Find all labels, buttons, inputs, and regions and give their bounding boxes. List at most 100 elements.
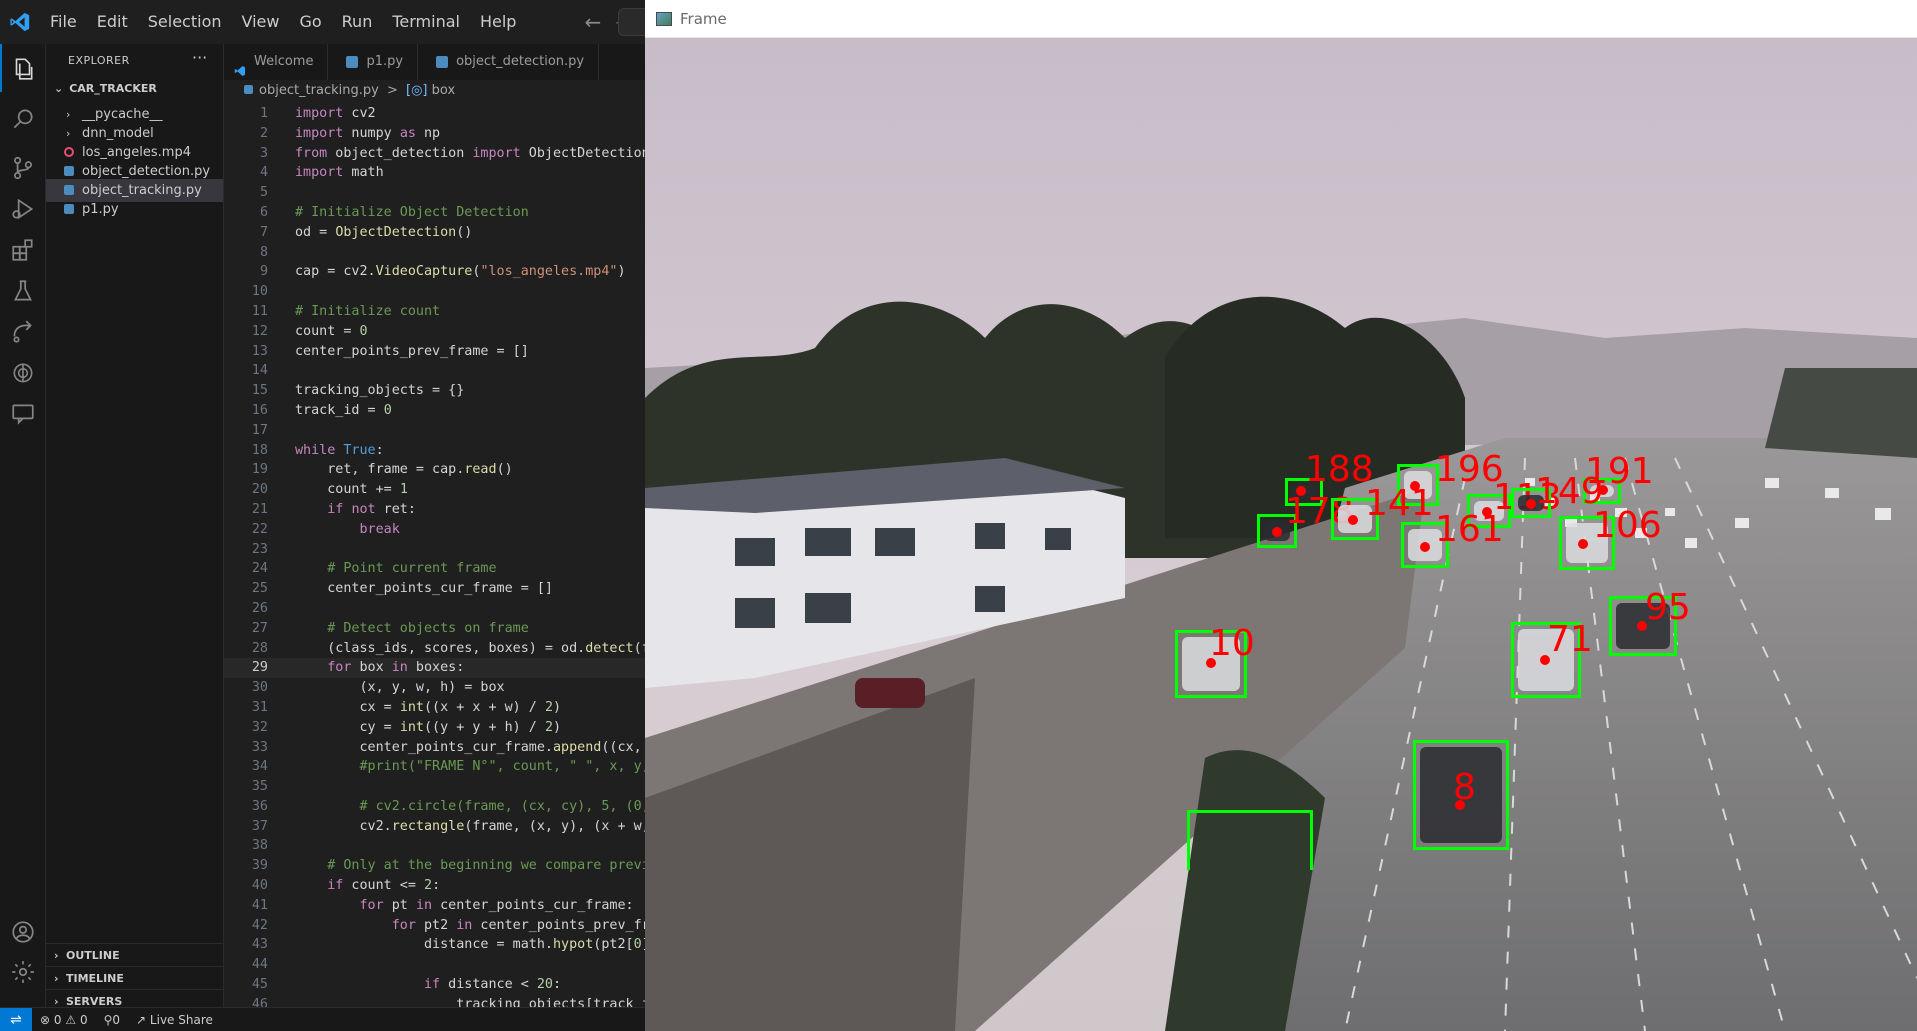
code-line[interactable]: 38	[224, 836, 645, 856]
line-number: 3	[259, 145, 268, 161]
code-line[interactable]: 5	[224, 183, 645, 203]
code-text: cv2.rectangle(frame, (x, y), (x + w,	[295, 818, 645, 834]
breadcrumb-file[interactable]: object_tracking.py	[259, 83, 379, 98]
code-line[interactable]: 12 count = 0	[224, 322, 645, 342]
code-line[interactable]: 28 (class_ids, scores, boxes) = od.detec…	[224, 639, 645, 659]
menu-help[interactable]: Help	[470, 0, 526, 44]
workspace-folder[interactable]: ⌄ CAR_TRACKER	[54, 82, 157, 95]
explorer-icon[interactable]	[8, 54, 38, 84]
code-line[interactable]: 6 # Initialize Object Detection	[224, 203, 645, 223]
timeline-section[interactable]: › TIMELINE	[46, 966, 223, 989]
code-line[interactable]: 2 import numpy as np	[224, 124, 645, 144]
search-icon[interactable]	[8, 104, 38, 134]
menu-edit[interactable]: Edit	[87, 0, 138, 44]
menu-selection[interactable]: Selection	[138, 0, 232, 44]
code-line[interactable]: 40 if count <= 2:	[224, 876, 645, 896]
code-line[interactable]: 13 center_points_prev_frame = []	[224, 342, 645, 362]
menu-go[interactable]: Go	[289, 0, 331, 44]
code-line[interactable]: 39 # Only at the beginning we compare pr…	[224, 856, 645, 876]
track-id-label: 188	[1305, 449, 1374, 490]
code-line[interactable]: 22 break	[224, 520, 645, 540]
line-number: 14	[251, 363, 268, 379]
status-bar: ⇌ ⊗ 0 ⚠ 0 ⚲0 ↗ Live Share	[0, 1007, 645, 1031]
tree-file-p1[interactable]: p1.py	[46, 198, 223, 221]
code-text: center_points_cur_frame = []	[295, 581, 553, 597]
code-line[interactable]: 36 # cv2.circle(frame, (cx, cy), 5, (0,	[224, 797, 645, 817]
line-number: 35	[251, 779, 268, 795]
code-text: (x, y, w, h) = box	[295, 680, 505, 696]
code-line[interactable]: 33 center_points_cur_frame.append((cx,	[224, 738, 645, 758]
code-line[interactable]: 23	[224, 540, 645, 560]
code-line[interactable]: 45 if distance < 20:	[224, 975, 645, 995]
code-area[interactable]: 1 import cv2 2 import numpy as np 3 from obje…	[224, 104, 645, 1007]
code-line[interactable]: 26	[224, 599, 645, 619]
tab-p1[interactable]: p1.py	[328, 44, 419, 80]
remote-explorer-icon[interactable]	[8, 317, 38, 347]
code-text: # cv2.circle(frame, (cx, cy), 5, (0,	[359, 798, 646, 814]
code-line[interactable]: 4 import math	[224, 163, 645, 183]
code-line[interactable]: 43 distance = math.hypot(pt2[0]	[224, 935, 645, 955]
remote-indicator-icon[interactable]: ⇌	[0, 1007, 32, 1031]
settings-gear-icon[interactable]	[8, 957, 38, 987]
tab-object-detection[interactable]: object_detection.py	[418, 44, 600, 80]
code-line[interactable]: 18 while True:	[224, 441, 645, 461]
code-line[interactable]: 11 # Initialize count	[224, 302, 645, 322]
explorer-title: EXPLORER	[68, 54, 130, 67]
code-line[interactable]: 31 cx = int((x + x + w) / 2)	[224, 698, 645, 718]
run-debug-icon[interactable]	[8, 194, 38, 224]
code-line[interactable]: 15 tracking_objects = {}	[224, 381, 645, 401]
code-text: count = 0	[295, 323, 368, 339]
code-line[interactable]: 1 import cv2	[224, 104, 645, 124]
source-control-icon[interactable]	[8, 153, 38, 183]
menu-run[interactable]: Run	[332, 0, 383, 44]
account-icon[interactable]	[8, 917, 38, 947]
outline-section[interactable]: › OUTLINE	[46, 943, 223, 966]
code-line[interactable]: 10	[224, 282, 645, 302]
menu-file[interactable]: File	[40, 0, 87, 44]
code-line[interactable]: 16 track_id = 0	[224, 401, 645, 421]
code-text: distance = math.hypot(pt2[0]	[295, 937, 645, 953]
code-line[interactable]: 20 count += 1	[224, 480, 645, 500]
menu-terminal[interactable]: Terminal	[382, 0, 470, 44]
code-line[interactable]: 46 tracking_objects[track_i	[224, 995, 645, 1007]
code-line[interactable]: 8	[224, 243, 645, 263]
live-share-button[interactable]: ↗ Live Share	[128, 1013, 221, 1027]
extensions-icon[interactable]	[8, 235, 38, 265]
code-line[interactable]: 34 #print("FRAME N°", count, " ", x, y,	[224, 757, 645, 777]
code-line[interactable]: 42 for pt2 in center_points_prev_fr	[224, 916, 645, 936]
back-arrow-icon[interactable]: ←	[584, 10, 601, 34]
code-line[interactable]: 29 for box in boxes:	[224, 658, 645, 679]
code-line[interactable]: 9 cap = cv2.VideoCapture("los_angeles.mp4…	[224, 262, 645, 282]
code-line[interactable]: 35	[224, 777, 645, 797]
code-text: while True:	[295, 442, 384, 458]
code-line[interactable]: 21 if not ret:	[224, 500, 645, 520]
more-actions-icon[interactable]: ···	[192, 48, 207, 67]
problems-status[interactable]: ⊗ 0 ⚠ 0	[32, 1013, 96, 1027]
code-line[interactable]: 37 cv2.rectangle(frame, (x, y), (x + w,	[224, 817, 645, 837]
ports-status[interactable]: ⚲0	[96, 1013, 128, 1027]
testing-icon[interactable]	[8, 276, 38, 306]
breadcrumb-symbol[interactable]: box	[432, 83, 456, 98]
code-line[interactable]: 41 for pt in center_points_cur_frame:	[224, 896, 645, 916]
code-line[interactable]: 17	[224, 421, 645, 441]
line-number: 45	[251, 977, 268, 993]
code-line[interactable]: 27 # Detect objects on frame	[224, 619, 645, 639]
line-number: 4	[259, 165, 268, 181]
center-point	[1348, 515, 1358, 525]
code-line[interactable]: 19 ret, frame = cap.read()	[224, 460, 645, 480]
tab-welcome[interactable]: Welcome	[224, 44, 329, 80]
chat-icon[interactable]	[8, 399, 38, 429]
code-line[interactable]: 44	[224, 955, 645, 975]
code-line[interactable]: 14	[224, 361, 645, 381]
code-line[interactable]: 3 from object_detection import ObjectDete…	[224, 144, 645, 164]
code-text: (class_ids, scores, boxes) = od.detect(f	[295, 640, 645, 656]
menu-view[interactable]: View	[232, 0, 290, 44]
line-number: 24	[251, 561, 268, 577]
code-line[interactable]: 30 (x, y, w, h) = box	[224, 678, 645, 698]
code-line[interactable]: 32 cy = int((y + y + h) / 2)	[224, 718, 645, 738]
code-line[interactable]: 7 od = ObjectDetection()	[224, 223, 645, 243]
code-line[interactable]: 24 # Point current frame	[224, 559, 645, 579]
line-number: 8	[259, 244, 268, 260]
copilot-icon[interactable]	[8, 358, 38, 388]
code-line[interactable]: 25 center_points_cur_frame = []	[224, 579, 645, 599]
